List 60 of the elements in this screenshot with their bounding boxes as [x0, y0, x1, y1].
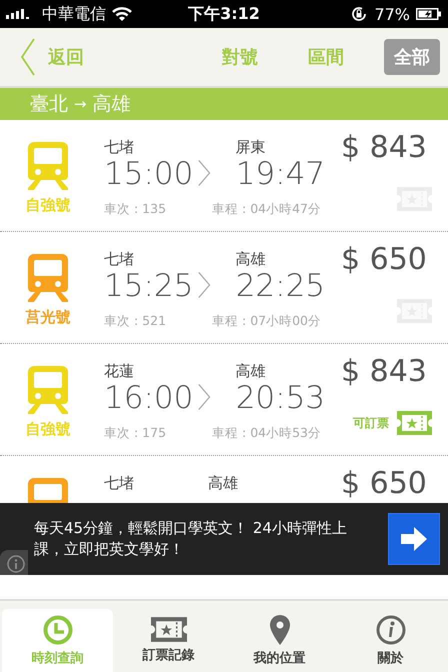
- clock-icon: [42, 614, 72, 644]
- ad-text: 每天45分鐘，輕鬆開口學英文！ 24小時彈性上課，立即把英文學好！: [34, 518, 348, 560]
- location-pin-icon: [270, 614, 290, 644]
- battery-icon: [416, 8, 442, 20]
- destination-station: 高雄: [236, 250, 267, 269]
- back-button[interactable]: 返回: [20, 37, 84, 77]
- arrival-time: 22:25: [236, 269, 326, 304]
- departure-time: 16:00: [104, 381, 194, 416]
- chevron-left-icon: [20, 37, 36, 77]
- fare-price: $ 650: [341, 466, 427, 501]
- arrow-right-icon: [401, 527, 427, 551]
- travel-duration: 車程 : 04小時53分: [212, 425, 322, 442]
- fare-price: $ 650: [341, 242, 427, 277]
- back-label: 返回: [48, 46, 84, 69]
- clock-time: 下午3:12: [188, 4, 260, 24]
- origin-station: 花蓮: [104, 362, 135, 381]
- arrival-time: 19:47: [236, 157, 326, 192]
- ticket-icon: [150, 617, 186, 642]
- departure-time: 15:00: [104, 157, 194, 192]
- filter-tab[interactable]: 全部: [384, 39, 440, 75]
- train-number: 車次 : 175: [104, 425, 166, 442]
- info-icon: [376, 614, 406, 644]
- tab-item[interactable]: 關於: [335, 609, 446, 672]
- carrier-name: 中華電信: [42, 4, 106, 24]
- wifi-icon: [112, 6, 132, 22]
- tab-item[interactable]: 我的位置: [224, 609, 335, 672]
- chevron-right-icon: [197, 382, 212, 412]
- departure-time: 15:25: [104, 269, 194, 304]
- origin-station: 七堵: [104, 474, 135, 493]
- filter-tab[interactable]: 對號: [212, 39, 268, 75]
- battery-percent: 77%: [374, 4, 410, 24]
- train-number: 車次 : 521: [104, 313, 166, 330]
- origin-station: 七堵: [104, 138, 135, 157]
- tab-item[interactable]: 時刻查詢: [2, 609, 113, 672]
- fare-price: $ 843: [341, 130, 427, 165]
- train-type: 自強號: [26, 420, 70, 439]
- train-number: 車次 : 135: [104, 201, 166, 218]
- info-icon[interactable]: [0, 550, 28, 575]
- filter-tab[interactable]: 區間: [298, 39, 354, 75]
- ad-banner[interactable]: 每天45分鐘，輕鬆開口學英文！ 24小時彈性上課，立即把英文學好！: [0, 503, 448, 575]
- train-type: 自強號: [26, 196, 70, 215]
- travel-duration: 車程 : 04小時47分: [212, 201, 322, 218]
- fare-price: $ 843: [341, 354, 427, 389]
- chevron-right-icon: [197, 270, 212, 300]
- rotation-lock-icon: [350, 5, 368, 23]
- destination-station: 屏東: [236, 138, 267, 157]
- origin-station: 七堵: [104, 250, 135, 269]
- travel-duration: 車程 : 07小時00分: [212, 313, 322, 330]
- arrival-time: 20:53: [236, 381, 326, 416]
- bookable-label: 可訂票: [353, 414, 389, 432]
- destination-station: 高雄: [236, 362, 267, 381]
- chevron-right-icon: [197, 158, 212, 188]
- destination-station: 高雄: [208, 474, 239, 493]
- route-from: 臺北: [30, 92, 68, 117]
- route-to: 高雄: [92, 92, 131, 117]
- route-arrow: →: [74, 95, 87, 113]
- tab-item[interactable]: 訂票記錄: [113, 609, 224, 672]
- train-type: 莒光號: [26, 308, 70, 327]
- ad-arrow-button[interactable]: [388, 513, 440, 565]
- ticket-icon[interactable]: [397, 411, 432, 435]
